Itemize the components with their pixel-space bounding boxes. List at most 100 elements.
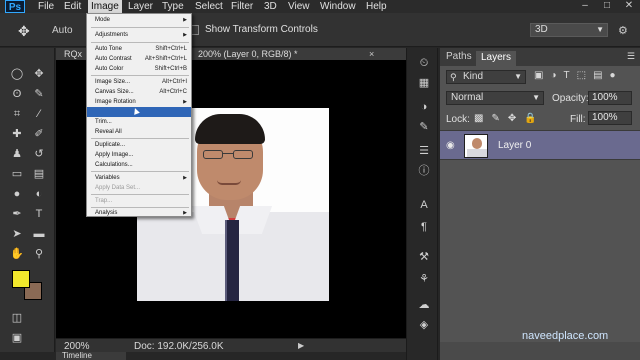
menu-item-canvas-size[interactable]: Canvas Size... Alt+Ctrl+C [87,87,191,97]
menu-item-calculations[interactable]: Calculations... [87,160,191,170]
panel-menu-icon[interactable]: ☰ [627,51,635,62]
menu-item-label: Mode [95,17,111,23]
filter-pixel-icon[interactable]: ▣ [534,70,543,81]
foreground-color-swatch[interactable] [12,270,30,288]
menu-image[interactable]: Image [88,0,122,13]
glasses-lens-right [233,150,253,159]
gradient-tool-icon[interactable]: ▤ [30,166,48,182]
blend-mode-select[interactable]: Normal ▼ [446,91,544,105]
dodge-tool-icon[interactable]: ◐ [30,186,48,202]
filter-shape-icon[interactable]: ⬚ [577,70,586,81]
eyedropper-tool-icon[interactable]: ⁄ [30,106,48,122]
lock-all-icon[interactable]: 🔒 [524,113,536,124]
show-transform-label[interactable]: Show Transform Controls [205,24,318,35]
menu-select[interactable]: Select [195,0,223,13]
pen-tool-icon[interactable]: ✒ [8,206,26,222]
menu-item-auto-contrast[interactable]: Auto Contrast Alt+Shift+Ctrl+L [87,54,191,64]
filter-adjustment-icon[interactable]: ◑ [550,70,556,81]
lock-position-icon[interactable]: ✥ [508,113,516,124]
menu-item-auto-color[interactable]: Auto Color Shift+Ctrl+B [87,64,191,74]
menu-item-apply-image[interactable]: Apply Image... [87,150,191,160]
move-tool-icon[interactable]: ✥ [30,66,48,82]
timeline-tab[interactable]: Timeline [56,352,126,360]
eraser-tool-icon[interactable]: ▭ [8,166,26,182]
quick-mask-icon[interactable]: ◫ [8,310,26,326]
close-tab-icon[interactable]: × [369,48,374,60]
menu-item-trim[interactable]: Trim... [87,117,191,127]
layer-filter-select[interactable]: ⚲ Kind ▼ [446,70,526,84]
marquee-tool-icon[interactable]: ◯ [8,66,26,82]
blur-tool-icon[interactable]: ● [8,186,26,202]
character-panel-icon[interactable]: A [417,198,431,212]
visibility-eye-icon[interactable]: ◉ [446,140,455,151]
menu-filter[interactable]: Filter [231,0,253,13]
maximize-button[interactable]: □ [596,0,618,13]
crop-tool-icon[interactable]: ⌗ [8,106,26,122]
swatches-panel-icon[interactable]: ▦ [417,76,431,90]
status-menu-arrow-icon[interactable]: ▶ [298,341,304,350]
fill-input[interactable]: 100% [588,111,632,125]
minimize-button[interactable]: – [574,0,596,13]
menu-item-adjustments[interactable]: Adjustments ▶ [87,30,191,40]
menu-item-image-rotation[interactable]: Image Rotation ▶ [87,97,191,107]
adjustments-panel-icon[interactable]: ◑ [417,100,431,114]
history-brush-tool-icon[interactable]: ↺ [30,146,48,162]
menu-item-duplicate[interactable]: Duplicate... [87,140,191,150]
tool-presets-panel-icon[interactable]: ⚒ [417,250,431,264]
layer-row[interactable]: ◉ Layer 0 [440,130,640,160]
opacity-input[interactable]: 100% [588,91,632,105]
menu-item-analysis[interactable]: Analysis ▶ [87,208,191,218]
document-tab-active[interactable]: 200% (Layer 0, RGB/8) * [198,48,298,60]
styles-panel-icon[interactable]: ◈ [417,318,431,332]
menu-window[interactable]: Window [320,0,356,13]
tab-paths[interactable]: Paths [446,51,472,62]
filter-type-icon[interactable]: T [564,70,570,81]
menu-item-apply-data-set: Apply Data Set... [87,183,191,193]
shape-tool-icon[interactable]: ▬ [30,226,48,242]
quick-select-tool-icon[interactable]: ✎ [30,86,48,102]
filter-smart-object-icon[interactable]: ▤ [593,70,602,81]
screen-mode-icon[interactable]: ▣ [8,330,26,346]
libraries-panel-icon[interactable]: ☁ [417,298,431,312]
menu-item-image-size[interactable]: Image Size... Alt+Ctrl+I [87,77,191,87]
menu-file[interactable]: File [38,0,54,13]
stamp-tool-icon[interactable]: ♟ [8,146,26,162]
auto-select-label[interactable]: Auto [52,25,73,36]
clone-source-panel-icon[interactable]: ⚘ [417,272,431,286]
zoom-tool-icon[interactable]: ⚲ [30,246,48,262]
menu-layer[interactable]: Layer [128,0,153,13]
menu-item-auto-tone[interactable]: Auto Tone Shift+Ctrl+L [87,44,191,54]
healing-tool-icon[interactable]: ✚ [8,126,26,142]
properties-panel-icon[interactable]: ☰ [417,144,431,158]
menu-item-mode[interactable]: Mode ▶ [87,15,191,25]
brush-panel-icon[interactable]: ✎ [417,120,431,134]
lock-transparency-icon[interactable]: ▩ [474,113,483,124]
submenu-arrow-icon: ▶ [183,175,187,181]
menu-item-reveal-all[interactable]: Reveal All [87,127,191,137]
history-panel-icon[interactable]: ⏲ [417,56,431,70]
brush-tool-icon[interactable]: ✐ [30,126,48,142]
workspace-gear-icon[interactable]: ⚙ [618,24,628,37]
menu-help[interactable]: Help [366,0,387,13]
filter-toggle-icon[interactable]: ● [610,70,616,81]
lasso-tool-icon[interactable]: ʘ [8,86,26,102]
type-tool-icon[interactable]: T [30,206,48,222]
workspace-select[interactable]: 3D ▼ [530,23,608,37]
info-panel-icon[interactable]: ⓘ [417,164,431,178]
menu-3d[interactable]: 3D [264,0,277,13]
menu-view[interactable]: View [288,0,310,13]
menu-separator [91,194,189,195]
lock-pixels-icon[interactable]: ✎ [491,113,499,124]
menu-item-label: Image Size... [95,79,131,85]
close-button[interactable]: ✕ [618,0,640,13]
tab-layers[interactable]: Layers [476,51,517,66]
menu-item-variables[interactable]: Variables ▶ [87,173,191,183]
paragraph-panel-icon[interactable]: ¶ [417,220,431,234]
move-tool-icon[interactable]: ✥ [18,23,30,40]
hand-tool-icon[interactable]: ✋ [8,246,26,262]
path-select-tool-icon[interactable]: ➤ [8,226,26,242]
layer-name[interactable]: Layer 0 [498,140,531,151]
menu-edit[interactable]: Edit [64,0,81,13]
layers-panel: Paths Layers ☰ ⚲ Kind ▼ ▣ ◑ T ⬚ ▤ ● Norm… [440,48,640,360]
menu-type[interactable]: Type [162,0,184,13]
